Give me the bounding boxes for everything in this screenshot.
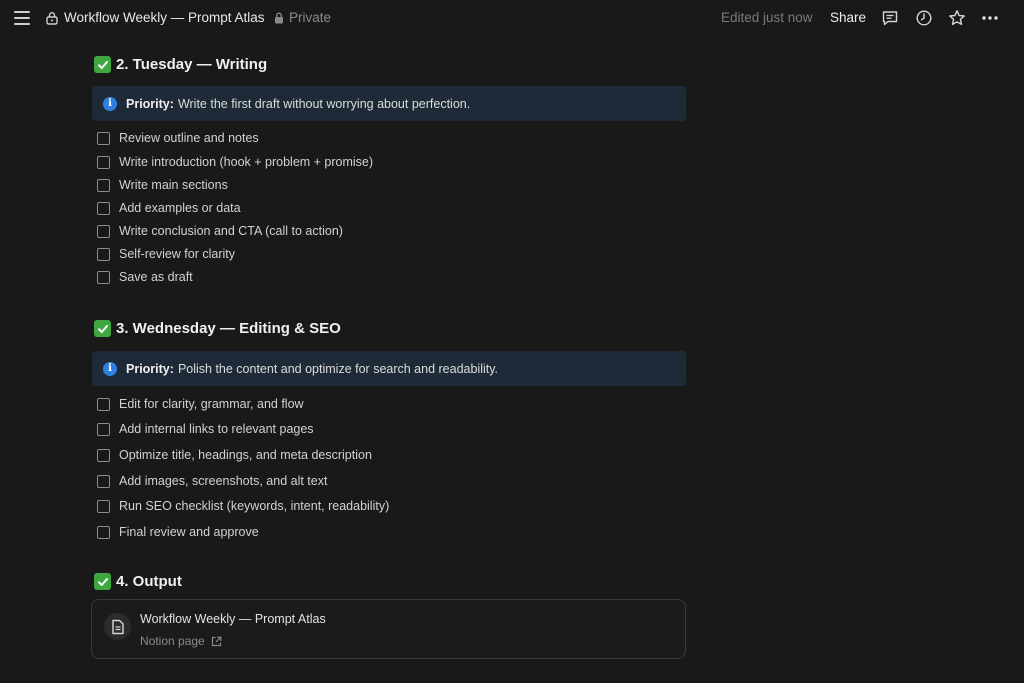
favorite-star-icon[interactable] xyxy=(948,9,966,27)
checkbox[interactable] xyxy=(97,131,110,145)
top-bar: Workflow Weekly — Prompt Atlas Private E… xyxy=(0,0,1024,36)
todo-item[interactable]: Edit for clarity, grammar, and flow xyxy=(97,397,304,411)
todo-text: Write main sections xyxy=(119,178,228,192)
info-icon: i xyxy=(103,361,117,376)
todo-text: Self-review for clarity xyxy=(119,247,235,261)
link-card-title: Workflow Weekly — Prompt Atlas xyxy=(140,612,326,626)
callout-text: Polish the content and optimize for sear… xyxy=(177,361,499,376)
callout-text: Write the first draft without worrying a… xyxy=(177,96,471,111)
todo-text: Review outline and notes xyxy=(119,131,259,145)
todo-item[interactable]: Run SEO checklist (keywords, intent, rea… xyxy=(97,499,389,513)
callout-label: Priority: xyxy=(126,361,174,376)
checkbox[interactable] xyxy=(97,525,110,539)
notion-page-link-card[interactable]: Workflow Weekly — Prompt Atlas Notion pa… xyxy=(91,599,686,659)
priority-callout: i Priority: Polish the content and optim… xyxy=(92,351,686,386)
checkbox[interactable] xyxy=(97,155,110,169)
check-mark-icon xyxy=(94,573,111,590)
checkbox[interactable] xyxy=(97,474,110,488)
page-title[interactable]: Workflow Weekly — Prompt Atlas xyxy=(64,10,265,25)
external-link-icon xyxy=(211,636,222,646)
todo-text: Add examples or data xyxy=(119,201,241,215)
checkbox[interactable] xyxy=(97,201,110,215)
edited-status: Edited just now xyxy=(721,10,813,25)
callout-label: Priority: xyxy=(126,96,174,111)
more-options-icon[interactable] xyxy=(981,9,999,27)
checkbox[interactable] xyxy=(97,270,110,284)
check-mark-icon xyxy=(94,56,111,73)
todo-item[interactable]: Write conclusion and CTA (call to action… xyxy=(97,224,343,238)
checkbox[interactable] xyxy=(97,422,110,436)
check-mark-icon xyxy=(94,320,111,337)
todo-item[interactable]: Add images, screenshots, and alt text xyxy=(97,474,327,488)
todo-item[interactable]: Save as draft xyxy=(97,270,193,284)
section-heading-output: 4. Output xyxy=(94,573,182,590)
todo-item[interactable]: Add internal links to relevant pages xyxy=(97,422,314,436)
todo-item[interactable]: Write main sections xyxy=(97,178,228,192)
todo-text: Write introduction (hook + problem + pro… xyxy=(119,155,374,169)
section-heading-tuesday: 2. Tuesday — Writing xyxy=(94,56,267,73)
comment-icon[interactable] xyxy=(881,9,899,27)
todo-text: Save as draft xyxy=(119,270,193,284)
page-lock-icon xyxy=(46,12,58,25)
checkbox[interactable] xyxy=(97,499,110,513)
todo-item[interactable]: Final review and approve xyxy=(97,525,259,539)
link-card-subtitle: Notion page xyxy=(140,634,205,648)
menu-icon[interactable] xyxy=(14,11,30,25)
section-heading-text: 3. Wednesday — Editing & SEO xyxy=(116,320,341,337)
todo-text: Add internal links to relevant pages xyxy=(119,422,314,436)
todo-text: Run SEO checklist (keywords, intent, rea… xyxy=(119,499,390,513)
todo-text: Add images, screenshots, and alt text xyxy=(119,474,328,488)
history-clock-icon[interactable] xyxy=(915,9,933,27)
priority-callout: i Priority: Write the first draft withou… xyxy=(92,86,686,121)
checkbox[interactable] xyxy=(97,247,110,261)
todo-text: Write conclusion and CTA (call to action… xyxy=(119,224,343,238)
private-label: Private xyxy=(289,10,332,25)
section-heading-text: 4. Output xyxy=(116,573,182,590)
info-icon: i xyxy=(103,96,117,111)
todo-text: Final review and approve xyxy=(119,525,259,539)
lock-icon xyxy=(275,12,283,23)
todo-item[interactable]: Review outline and notes xyxy=(97,131,259,145)
checkbox[interactable] xyxy=(97,178,110,192)
todo-item[interactable]: Write introduction (hook + problem + pro… xyxy=(97,155,373,169)
share-button[interactable]: Share xyxy=(830,10,866,25)
todo-item[interactable]: Optimize title, headings, and meta descr… xyxy=(97,448,372,462)
todo-text: Edit for clarity, grammar, and flow xyxy=(119,397,304,411)
section-heading-text: 2. Tuesday — Writing xyxy=(116,56,268,73)
checkbox[interactable] xyxy=(97,224,110,238)
checkbox[interactable] xyxy=(97,448,110,462)
checkbox[interactable] xyxy=(97,397,110,411)
privacy-status[interactable]: Private xyxy=(274,10,331,25)
todo-text: Optimize title, headings, and meta descr… xyxy=(119,448,372,462)
section-heading-wednesday: 3. Wednesday — Editing & SEO xyxy=(94,320,341,337)
todo-item[interactable]: Self-review for clarity xyxy=(97,247,235,261)
link-card-subtitle-row: Notion page xyxy=(140,634,222,648)
document-icon xyxy=(104,613,131,640)
todo-item[interactable]: Add examples or data xyxy=(97,201,241,215)
